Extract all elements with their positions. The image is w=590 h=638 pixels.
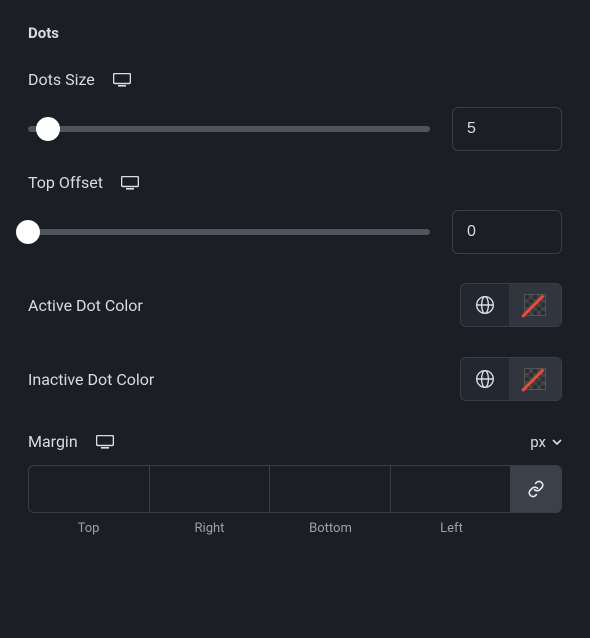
dots-size-label: Dots Size (28, 70, 95, 89)
desktop-icon[interactable] (121, 176, 139, 190)
margin-bottom-input[interactable] (270, 466, 390, 512)
no-color-icon (524, 294, 546, 316)
desktop-icon[interactable] (96, 435, 114, 449)
top-offset-input[interactable] (452, 210, 562, 254)
dots-size-control: Dots Size (28, 70, 562, 151)
chevron-down-icon (552, 439, 562, 445)
desktop-icon[interactable] (113, 73, 131, 87)
active-dot-color-label: Active Dot Color (28, 296, 143, 315)
section-title: Dots (28, 24, 562, 42)
dots-size-slider-thumb[interactable] (36, 117, 60, 141)
margin-side-labels: Top Right Bottom Left (28, 521, 562, 536)
no-color-icon (524, 368, 546, 390)
margin-unit-label: px (530, 433, 546, 451)
inactive-dot-color-swatch[interactable] (509, 358, 561, 400)
margin-right-input[interactable] (150, 466, 270, 512)
margin-header: Margin px (28, 432, 562, 451)
top-offset-slider-thumb[interactable] (16, 220, 40, 244)
active-dot-color-swatch[interactable] (509, 284, 561, 326)
margin-top-input[interactable] (29, 466, 149, 512)
dots-size-slider[interactable] (28, 117, 430, 141)
inactive-dot-color-row: Inactive Dot Color (28, 356, 562, 402)
global-color-button[interactable] (461, 358, 509, 400)
inactive-dot-color-label: Inactive Dot Color (28, 370, 154, 389)
top-offset-control: Top Offset (28, 173, 562, 254)
globe-icon (475, 295, 495, 315)
margin-right-label: Right (149, 521, 270, 536)
top-offset-label: Top Offset (28, 173, 103, 192)
margin-bottom-label: Bottom (270, 521, 391, 536)
margin-label: Margin (28, 432, 78, 451)
dots-size-input[interactable] (452, 107, 562, 151)
margin-inputs (28, 465, 562, 513)
link-icon (527, 480, 545, 498)
margin-unit-select[interactable]: px (530, 433, 562, 451)
global-color-button[interactable] (461, 284, 509, 326)
top-offset-slider[interactable] (28, 220, 430, 244)
margin-left-input[interactable] (391, 466, 511, 512)
globe-icon (475, 369, 495, 389)
margin-left-label: Left (391, 521, 512, 536)
active-dot-color-row: Active Dot Color (28, 282, 562, 328)
margin-top-label: Top (28, 521, 149, 536)
link-values-button[interactable] (511, 466, 561, 512)
